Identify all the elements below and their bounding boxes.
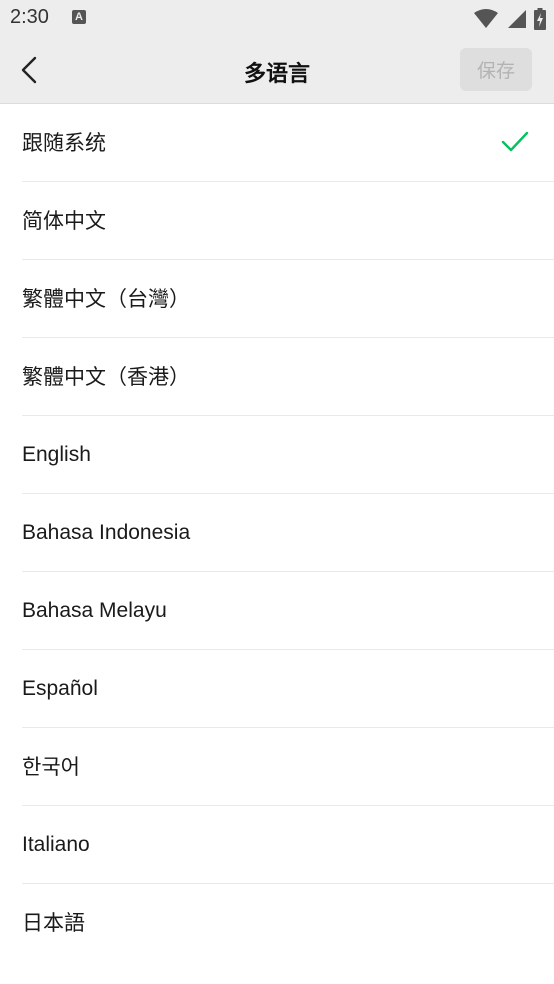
- notification-icon: A: [72, 10, 86, 24]
- battery-charging-icon: [534, 8, 546, 30]
- language-label: Bahasa Indonesia: [22, 521, 191, 544]
- language-label: Español: [22, 677, 98, 700]
- language-label: 한국어: [22, 755, 80, 779]
- wifi-icon: [474, 9, 498, 28]
- language-item-bahasa-indonesia[interactable]: Bahasa Indonesia: [22, 494, 554, 572]
- language-item-traditional-chinese-taiwan[interactable]: 繁體中文（台灣）: [22, 260, 554, 338]
- nav-header: 多语言 保存: [0, 38, 554, 104]
- language-label: 日本語: [22, 911, 85, 935]
- language-item-english[interactable]: English: [22, 416, 554, 494]
- language-item-korean[interactable]: 한국어: [22, 728, 554, 806]
- language-item-japanese[interactable]: 日本語: [22, 884, 554, 961]
- language-list: 跟随系统 简体中文 繁體中文（台灣） 繁體中文（香港） English Baha…: [0, 104, 554, 961]
- language-item-bahasa-melayu[interactable]: Bahasa Melayu: [22, 572, 554, 650]
- language-item-traditional-chinese-hongkong[interactable]: 繁體中文（香港）: [22, 338, 554, 416]
- save-button[interactable]: 保存: [460, 48, 532, 91]
- signal-icon: [508, 10, 526, 28]
- language-label: Italiano: [22, 833, 90, 856]
- language-label: 跟随系统: [22, 131, 106, 155]
- language-item-follow-system[interactable]: 跟随系统: [22, 104, 554, 182]
- language-label: 繁體中文（台灣）: [22, 287, 190, 311]
- language-label: English: [22, 443, 91, 466]
- status-icons: [474, 8, 546, 30]
- language-label: 简体中文: [22, 209, 106, 233]
- language-label: Bahasa Melayu: [22, 599, 167, 622]
- language-item-espanol[interactable]: Español: [22, 650, 554, 728]
- check-icon: [501, 131, 529, 152]
- language-item-simplified-chinese[interactable]: 简体中文: [22, 182, 554, 260]
- status-bar: 2:30 A: [0, 0, 554, 38]
- status-time: 2:30: [10, 6, 49, 28]
- language-item-italiano[interactable]: Italiano: [22, 806, 554, 884]
- language-label: 繁體中文（香港）: [22, 365, 190, 389]
